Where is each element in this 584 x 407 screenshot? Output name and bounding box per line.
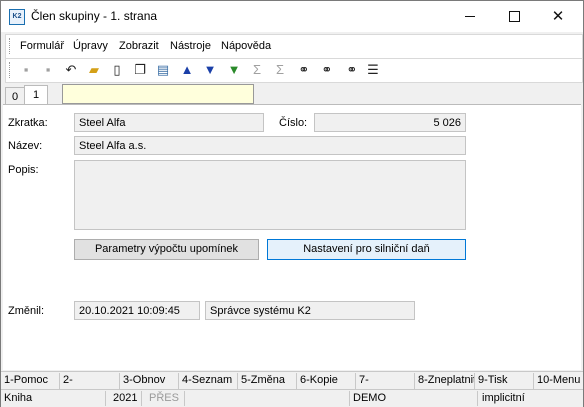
fkey-10-menu[interactable]: 10-Menu bbox=[537, 374, 580, 386]
minimize-button[interactable] bbox=[447, 1, 493, 32]
open-folder-icon[interactable]: ▰ bbox=[86, 62, 102, 78]
k2-app-icon: K2 bbox=[9, 9, 25, 25]
title-bar: K2 Člen skupiny - 1. strana ✕ bbox=[1, 1, 583, 32]
zkratka-field[interactable]: Steel Alfa bbox=[74, 113, 264, 132]
status-year: 2021 bbox=[113, 392, 138, 404]
filter-icon[interactable]: ▼ bbox=[226, 62, 242, 78]
menu-nastroje[interactable]: Nástroje bbox=[170, 40, 211, 52]
save-icon[interactable]: ▪ bbox=[18, 62, 34, 78]
sum-icon[interactable]: Σ bbox=[249, 62, 265, 78]
zmenil-user-field[interactable]: Správce systému K2 bbox=[205, 301, 415, 320]
status-implicitni: implicitní bbox=[482, 392, 525, 404]
fkey-3-obnov[interactable]: 3-Obnov bbox=[123, 374, 165, 386]
fkey-5-zmena[interactable]: 5-Změna bbox=[241, 374, 285, 386]
close-icon: ✕ bbox=[551, 8, 565, 25]
arrow-up-icon[interactable]: ▲ bbox=[179, 62, 195, 78]
status-divider bbox=[105, 391, 106, 406]
minimize-icon bbox=[465, 16, 475, 17]
popis-field[interactable] bbox=[74, 160, 466, 230]
fkey-4-seznam[interactable]: 4-Seznam bbox=[182, 374, 232, 386]
toolbar: ▪ ▪ ↶ ▰ ▯ ❐ ▤ ▲ ▼ ▼ Σ Σ ⚭ ⚭ ⚭ ☰ bbox=[5, 58, 583, 83]
menu-grip bbox=[9, 38, 13, 54]
toolbar-grip bbox=[9, 62, 13, 78]
function-keys-bar: 1-Pomoc 2- 3-Obnov 4-Seznam 5-Změna 6-Ko… bbox=[1, 371, 583, 390]
fkey-divider bbox=[59, 373, 60, 389]
arrow-down-icon[interactable]: ▼ bbox=[202, 62, 218, 78]
fkey-divider bbox=[355, 373, 356, 389]
copy-icon[interactable]: ❐ bbox=[132, 62, 148, 78]
fkey-divider bbox=[119, 373, 120, 389]
save-as-icon[interactable]: ▪ bbox=[40, 62, 56, 78]
status-database: DEMO bbox=[353, 392, 386, 404]
nazev-field[interactable]: Steel Alfa a.s. bbox=[74, 136, 466, 155]
window: K2 Člen skupiny - 1. strana ✕ Formulář Ú… bbox=[0, 0, 584, 407]
status-bar: Kniha 2021 PŘES DEMO implicitní bbox=[1, 389, 583, 407]
fkey-9-tisk[interactable]: 9-Tisk bbox=[478, 374, 508, 386]
sum-disabled-icon[interactable]: Σ bbox=[272, 62, 288, 78]
popis-label: Popis: bbox=[8, 164, 39, 176]
fkey-divider bbox=[296, 373, 297, 389]
menu-upravy[interactable]: Úpravy bbox=[73, 40, 108, 52]
fkey-divider bbox=[414, 373, 415, 389]
fkey-7[interactable]: 7- bbox=[359, 374, 369, 386]
menu-lines-icon[interactable]: ☰ bbox=[365, 62, 381, 78]
undo-icon[interactable]: ↶ bbox=[63, 62, 79, 78]
status-kniha: Kniha bbox=[4, 392, 33, 404]
fkey-divider bbox=[237, 373, 238, 389]
tab-search-input[interactable] bbox=[62, 84, 254, 104]
fkey-6-kopie[interactable]: 6-Kopie bbox=[300, 374, 338, 386]
binoculars-mark-icon[interactable]: ⚭ bbox=[344, 62, 360, 78]
parametry-vypoctu-upominek-button[interactable]: Parametry výpočtu upomínek bbox=[74, 239, 259, 260]
status-overwrite-mode: PŘES bbox=[149, 392, 179, 404]
zkratka-label: Zkratka: bbox=[8, 117, 48, 129]
tab-0[interactable]: 0 bbox=[5, 87, 25, 105]
status-divider bbox=[477, 391, 478, 406]
tab-1[interactable]: 1 bbox=[24, 85, 48, 105]
cislo-label: Číslo: bbox=[279, 117, 308, 129]
status-divider bbox=[141, 391, 142, 406]
binoculars-next-icon[interactable]: ⚭ bbox=[319, 62, 335, 78]
fkey-8-zneplatnit[interactable]: 8-Zneplatnit bbox=[418, 374, 475, 386]
menu-bar: Formulář Úpravy Zobrazit Nástroje Nápově… bbox=[5, 34, 583, 59]
menu-napoveda[interactable]: Nápověda bbox=[221, 40, 271, 52]
nastaveni-silnicni-dan-button[interactable]: Nastavení pro silniční daň bbox=[267, 239, 466, 260]
zmenil-date-field[interactable]: 20.10.2021 10:09:45 bbox=[74, 301, 200, 320]
book-icon[interactable]: ▤ bbox=[155, 62, 171, 78]
zmenil-label: Změnil: bbox=[8, 305, 45, 317]
binoculars-icon[interactable]: ⚭ bbox=[296, 62, 312, 78]
fkey-divider bbox=[474, 373, 475, 389]
window-title: Člen skupiny - 1. strana bbox=[31, 9, 158, 23]
new-document-icon[interactable]: ▯ bbox=[109, 62, 125, 78]
status-divider bbox=[349, 391, 350, 406]
maximize-icon bbox=[509, 11, 520, 22]
nazev-label: Název: bbox=[8, 140, 43, 152]
fkey-divider bbox=[178, 373, 179, 389]
menu-formular[interactable]: Formulář bbox=[20, 40, 64, 52]
status-divider bbox=[184, 391, 185, 406]
close-button[interactable]: ✕ bbox=[535, 1, 581, 32]
form-panel: Zkratka: Steel Alfa Číslo: 5 026 Název: … bbox=[3, 104, 581, 370]
fkey-1-pomoc[interactable]: 1-Pomoc bbox=[4, 374, 48, 386]
fkey-2[interactable]: 2- bbox=[63, 374, 73, 386]
maximize-button[interactable] bbox=[491, 1, 537, 32]
cislo-field[interactable]: 5 026 bbox=[314, 113, 466, 132]
fkey-divider bbox=[533, 373, 534, 389]
menu-zobrazit[interactable]: Zobrazit bbox=[119, 40, 159, 52]
